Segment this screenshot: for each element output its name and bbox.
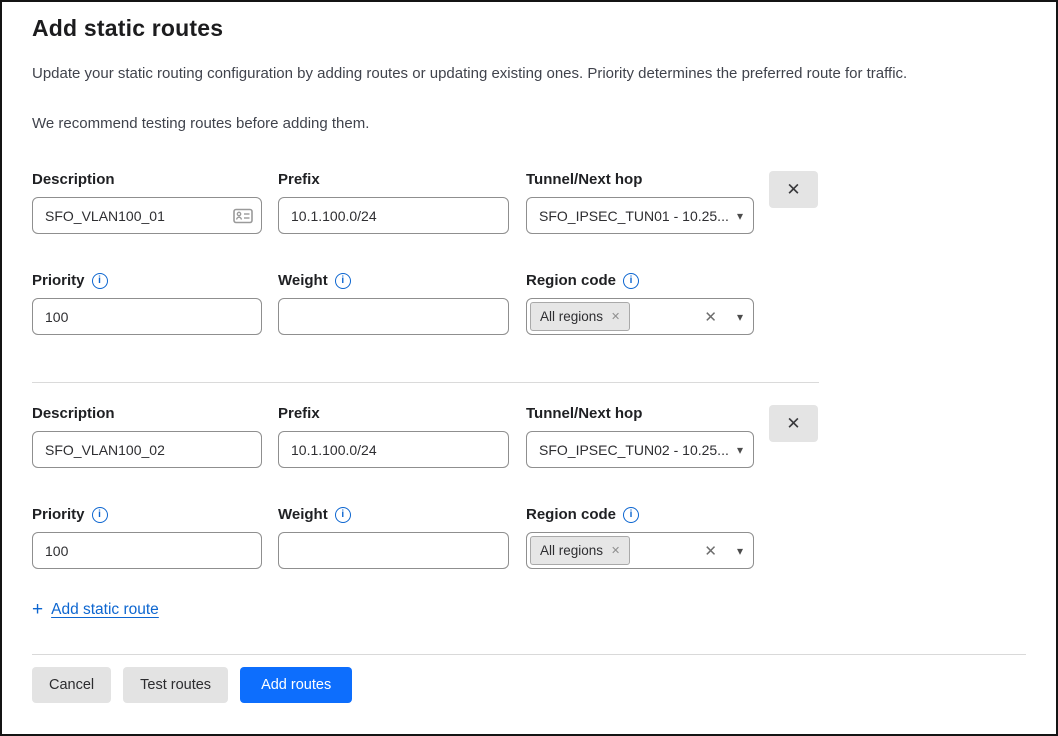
add-routes-button[interactable]: Add routes — [240, 667, 352, 703]
weight-input[interactable] — [278, 532, 509, 569]
chevron-down-icon: ▾ — [737, 544, 743, 558]
description-input[interactable] — [32, 431, 262, 468]
footer-divider — [32, 654, 1026, 655]
weight-label: Weight — [278, 506, 328, 523]
region-chip-remove-icon[interactable]: ✕ — [611, 544, 620, 557]
region-code-label: Region code — [526, 272, 616, 289]
prefix-input[interactable] — [278, 197, 509, 234]
weight-input[interactable] — [278, 298, 509, 335]
intro-text: Update your static routing configuration… — [32, 64, 1026, 84]
region-code-label: Region code — [526, 506, 616, 523]
tunnel-label: Tunnel/Next hop — [526, 405, 754, 422]
priority-info-icon[interactable]: i — [92, 273, 108, 289]
add-static-routes-dialog: Add static routes Update your static rou… — [0, 0, 1058, 736]
recommendation-text: We recommend testing routes before addin… — [32, 114, 1026, 134]
region-chip-label: All regions — [540, 543, 603, 558]
dialog-footer: Cancel Test routes Add routes — [32, 667, 1026, 703]
tunnel-select[interactable]: SFO_IPSEC_TUN01 - 10.25... ▾ — [526, 197, 754, 234]
add-static-route-link[interactable]: + Add static route — [32, 600, 159, 619]
remove-route-button[interactable]: ✕ — [769, 405, 818, 442]
region-code-info-icon[interactable]: i — [623, 507, 639, 523]
remove-route-button[interactable]: ✕ — [769, 171, 818, 208]
test-routes-button[interactable]: Test routes — [123, 667, 228, 703]
priority-info-icon[interactable]: i — [92, 507, 108, 523]
priority-label: Priority — [32, 506, 85, 523]
clear-selection-icon[interactable]: ✕ — [704, 542, 717, 560]
cancel-button[interactable]: Cancel — [32, 667, 111, 703]
priority-input[interactable] — [32, 532, 262, 569]
prefix-label: Prefix — [278, 405, 509, 422]
route-separator — [32, 382, 819, 383]
weight-info-icon[interactable]: i — [335, 273, 351, 289]
tunnel-select[interactable]: SFO_IPSEC_TUN02 - 10.25... ▾ — [526, 431, 754, 468]
plus-icon: + — [32, 600, 43, 619]
add-static-route-label: Add static route — [51, 601, 159, 619]
clear-selection-icon[interactable]: ✕ — [704, 308, 717, 326]
weight-label: Weight — [278, 272, 328, 289]
tunnel-selected-value: SFO_IPSEC_TUN02 - 10.25... — [539, 442, 729, 458]
region-chip-label: All regions — [540, 309, 603, 324]
region-chip-remove-icon[interactable]: ✕ — [611, 310, 620, 323]
tunnel-label: Tunnel/Next hop — [526, 171, 754, 188]
route-entry-1: Description Prefix Tunnel/Next — [32, 171, 1026, 335]
prefix-label: Prefix — [278, 171, 509, 188]
description-label: Description — [32, 405, 262, 422]
region-chip: All regions ✕ — [530, 302, 630, 331]
description-label: Description — [32, 171, 262, 188]
weight-info-icon[interactable]: i — [335, 507, 351, 523]
tunnel-selected-value: SFO_IPSEC_TUN01 - 10.25... — [539, 208, 729, 224]
description-input[interactable] — [32, 197, 262, 234]
route-entry-2: Description Prefix Tunnel/Next hop SFO_I… — [32, 405, 1026, 569]
prefix-input[interactable] — [278, 431, 509, 468]
chevron-down-icon: ▾ — [737, 209, 743, 223]
chevron-down-icon: ▾ — [737, 443, 743, 457]
priority-input[interactable] — [32, 298, 262, 335]
region-code-info-icon[interactable]: i — [623, 273, 639, 289]
region-chip: All regions ✕ — [530, 536, 630, 565]
region-code-select[interactable]: All regions ✕ ✕ ▾ — [526, 532, 754, 569]
priority-label: Priority — [32, 272, 85, 289]
page-title: Add static routes — [32, 15, 1026, 42]
region-code-select[interactable]: All regions ✕ ✕ ▾ — [526, 298, 754, 335]
chevron-down-icon: ▾ — [737, 310, 743, 324]
